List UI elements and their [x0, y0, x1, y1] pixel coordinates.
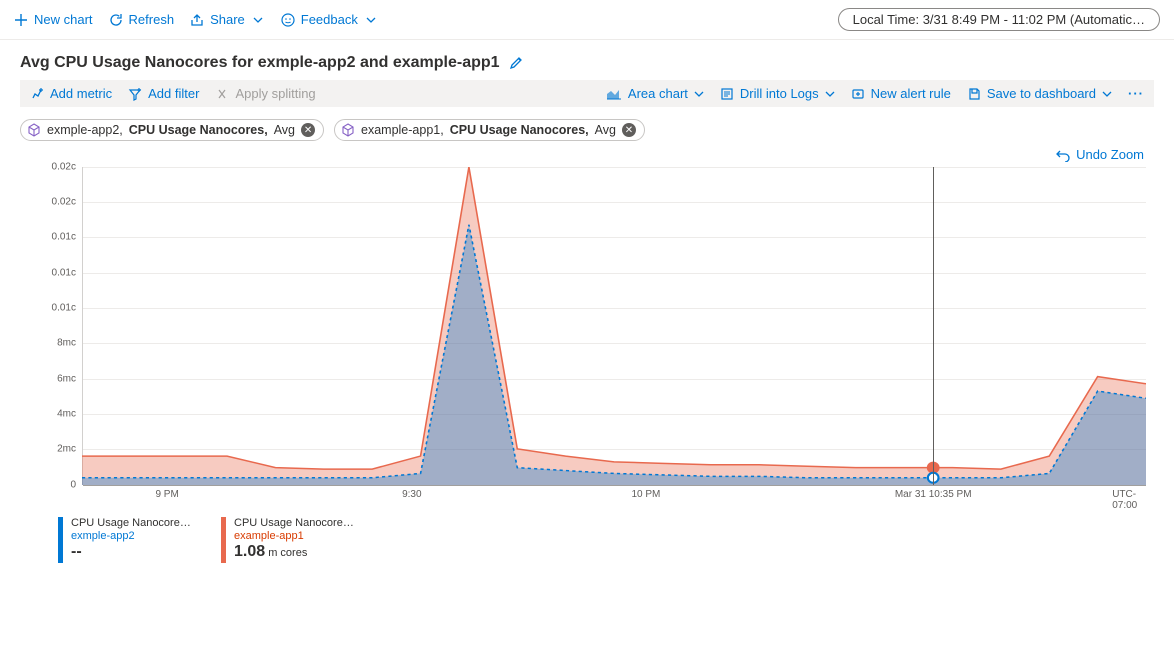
metric-chip[interactable]: exmple-app2, CPU Usage Nanocores, Avg ✕: [20, 119, 324, 141]
legend-value: --: [71, 543, 191, 561]
edit-title-icon[interactable]: [508, 55, 524, 71]
y-tick-label: 4mc: [57, 408, 76, 419]
chevron-down-icon: [364, 13, 378, 27]
chip-resource: example-app1,: [361, 123, 444, 137]
new-alert-label: New alert rule: [871, 86, 951, 101]
share-icon: [190, 13, 204, 27]
chevron-down-icon: [251, 13, 265, 27]
share-label: Share: [210, 12, 245, 27]
time-range-pill[interactable]: Local Time: 3/31 8:49 PM - 11:02 PM (Aut…: [838, 8, 1160, 31]
x-tick-label: UTC-07:00: [1112, 489, 1137, 511]
legend-value: 1.08 m cores: [234, 543, 354, 561]
chip-agg: Avg: [274, 123, 295, 137]
drill-logs-label: Drill into Logs: [740, 86, 819, 101]
refresh-button[interactable]: Refresh: [109, 12, 175, 27]
x-tick-label: 10 PM: [631, 489, 660, 500]
add-metric-label: Add metric: [50, 86, 112, 101]
chart-legend: CPU Usage Nanocores … exmple-app2 -- CPU…: [58, 517, 1174, 563]
add-filter-button[interactable]: Add filter: [128, 86, 199, 101]
drill-logs-button[interactable]: Drill into Logs: [720, 86, 835, 101]
share-button[interactable]: Share: [190, 12, 265, 27]
y-tick-label: 0.02c: [52, 161, 76, 172]
metric-toolbar: Add metric Add filter Apply splitting Ar…: [20, 80, 1154, 107]
legend-series-name: CPU Usage Nanocores …: [71, 517, 191, 529]
x-axis: 9 PM9:3010 PMMar 31 10:35 PMUTC-07:00: [82, 487, 1146, 507]
chart-title-row: Avg CPU Usage Nanocores for exmple-app2 …: [0, 40, 1174, 80]
y-tick-label: 2mc: [57, 444, 76, 455]
y-tick-label: 0.01c: [52, 302, 76, 313]
chevron-down-icon: [1102, 89, 1112, 99]
y-tick-label: 8mc: [57, 338, 76, 349]
x-tick-label: Mar 31 10:35 PM: [895, 489, 972, 500]
undo-zoom-button[interactable]: Undo Zoom: [1056, 147, 1144, 162]
y-tick-label: 6mc: [57, 373, 76, 384]
metric-chips-row: exmple-app2, CPU Usage Nanocores, Avg ✕ …: [0, 107, 1174, 147]
chip-metric: CPU Usage Nanocores,: [450, 123, 589, 137]
new-alert-button[interactable]: New alert rule: [851, 86, 951, 101]
x-tick-label: 9 PM: [155, 489, 178, 500]
y-tick-label: 0.01c: [52, 267, 76, 278]
more-actions-button[interactable]: ···: [1128, 86, 1144, 101]
resource-icon: [341, 123, 355, 137]
legend-item[interactable]: CPU Usage Nanocores … example-app1 1.08 …: [221, 517, 354, 563]
new-chart-label: New chart: [34, 12, 93, 27]
chart-type-label: Area chart: [628, 86, 688, 101]
undo-icon: [1056, 148, 1070, 162]
y-tick-label: 0.01c: [52, 232, 76, 243]
chip-metric: CPU Usage Nanocores,: [129, 123, 268, 137]
chart-area[interactable]: 0.02c0.02c0.01c0.01c0.01c8mc6mc4mc2mc0 9…: [20, 167, 1154, 507]
chart-type-button[interactable]: Area chart: [606, 86, 704, 101]
remove-chip-icon[interactable]: ✕: [622, 123, 636, 137]
chip-agg: Avg: [595, 123, 616, 137]
chart-cursor-line: [933, 167, 934, 485]
split-icon: [215, 87, 229, 101]
chart-plot: [82, 167, 1146, 485]
feedback-icon: [281, 13, 295, 27]
add-metric-button[interactable]: Add metric: [30, 86, 112, 101]
save-dashboard-label: Save to dashboard: [987, 86, 1096, 101]
chip-resource: exmple-app2,: [47, 123, 123, 137]
area-chart-icon: [606, 88, 622, 100]
chevron-down-icon: [825, 89, 835, 99]
apply-splitting-label: Apply splitting: [235, 86, 315, 101]
refresh-label: Refresh: [129, 12, 175, 27]
legend-series-name: CPU Usage Nanocores …: [234, 517, 354, 529]
legend-item[interactable]: CPU Usage Nanocores … exmple-app2 --: [58, 517, 191, 563]
legend-resource-name: example-app1: [234, 530, 354, 542]
resource-icon: [27, 123, 41, 137]
legend-color-bar: [221, 517, 226, 563]
y-tick-label: 0.02c: [52, 196, 76, 207]
metric-chip[interactable]: example-app1, CPU Usage Nanocores, Avg ✕: [334, 119, 645, 141]
new-chart-button[interactable]: New chart: [14, 12, 93, 27]
refresh-icon: [109, 13, 123, 27]
x-tick-label: 9:30: [402, 489, 421, 500]
save-icon: [967, 87, 981, 101]
legend-resource-name: exmple-app2: [71, 530, 191, 542]
legend-color-bar: [58, 517, 63, 563]
logs-icon: [720, 87, 734, 101]
chevron-down-icon: [694, 89, 704, 99]
remove-chip-icon[interactable]: ✕: [301, 123, 315, 137]
feedback-label: Feedback: [301, 12, 358, 27]
plus-icon: [14, 13, 28, 27]
undo-zoom-label: Undo Zoom: [1076, 147, 1144, 162]
apply-splitting-button: Apply splitting: [215, 86, 315, 101]
add-metric-icon: [30, 87, 44, 101]
top-toolbar: New chart Refresh Share Feedback Local T…: [0, 0, 1174, 40]
chart-title: Avg CPU Usage Nanocores for exmple-app2 …: [20, 54, 500, 72]
y-tick-label: 0: [70, 479, 76, 490]
feedback-button[interactable]: Feedback: [281, 12, 378, 27]
filter-icon: [128, 87, 142, 101]
add-filter-label: Add filter: [148, 86, 199, 101]
save-dashboard-button[interactable]: Save to dashboard: [967, 86, 1112, 101]
alert-icon: [851, 87, 865, 101]
y-axis: 0.02c0.02c0.01c0.01c0.01c8mc6mc4mc2mc0: [20, 167, 82, 485]
